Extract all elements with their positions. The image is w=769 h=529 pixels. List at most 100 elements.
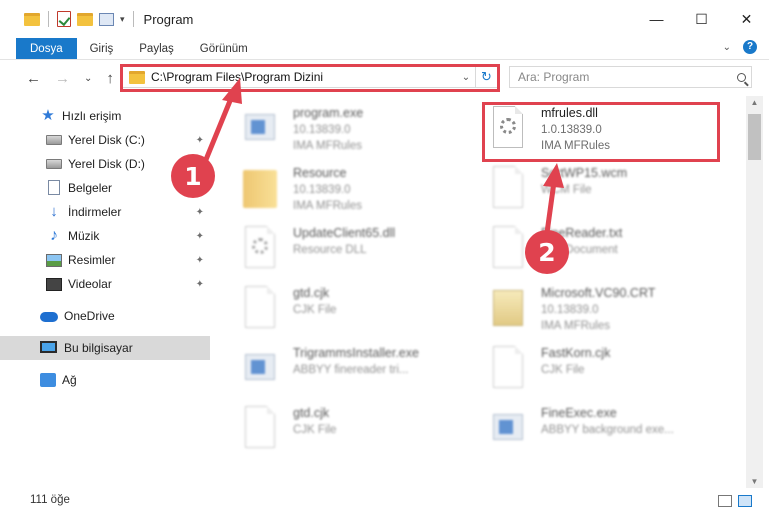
sidebar-item-label: Hızlı erişim xyxy=(62,109,122,123)
status-bar: 111 öğe xyxy=(0,488,769,529)
file-item[interactable]: Resource 10.13839.0 IMA MFRules xyxy=(237,162,487,218)
app-icon xyxy=(237,344,283,396)
new-folder-icon[interactable] xyxy=(77,12,93,26)
maximize-button[interactable]: ☐ xyxy=(679,0,724,38)
file-item[interactable]: gtd.cjk CJK File xyxy=(237,282,487,338)
tab-file[interactable]: Dosya xyxy=(16,38,77,59)
details-view-icon[interactable] xyxy=(718,495,732,507)
scroll-up-icon[interactable]: ▲ xyxy=(746,98,763,107)
file-list: program.exe 10.13839.0 IMA MFRules mfrul… xyxy=(213,96,746,488)
pin-icon[interactable]: ✦ xyxy=(196,207,204,218)
address-dropdown-chevron-icon[interactable]: ⌄ xyxy=(457,72,475,83)
star-icon: ★ xyxy=(41,107,55,124)
file-detail: 10.13839.0 xyxy=(541,304,599,316)
refresh-icon[interactable]: ↻ xyxy=(475,67,497,87)
tab-share[interactable]: Paylaş xyxy=(126,38,187,59)
help-icon[interactable]: ? xyxy=(743,40,757,54)
pin-icon[interactable]: ✦ xyxy=(196,135,204,146)
sidebar-item-this-pc[interactable]: Bu bilgisayar xyxy=(0,336,210,360)
up-arrow-icon[interactable]: ↑ xyxy=(106,70,114,87)
sidebar-item-onedrive[interactable]: OneDrive xyxy=(0,304,210,328)
document-icon xyxy=(48,180,60,195)
pin-icon[interactable]: ✦ xyxy=(196,231,204,242)
view-options-icon[interactable] xyxy=(99,12,114,26)
search-box[interactable]: Ara: Program xyxy=(509,66,752,88)
file-item[interactable]: program.exe 10.13839.0 IMA MFRules xyxy=(237,102,487,158)
title-bar: ▾ Program — ☐ ✕ xyxy=(0,0,769,38)
file-item[interactable]: UpdateClient65.dll Resource DLL xyxy=(237,222,487,278)
step-badge-1: 1 xyxy=(171,154,215,198)
nav-buttons: ← → ⌄ ↑ xyxy=(0,70,114,87)
sidebar-item-label: Belgeler xyxy=(68,181,113,195)
sidebar-item-disk-c[interactable]: Yerel Disk (C:) ✦ xyxy=(0,128,210,152)
pin-icon[interactable]: ✦ xyxy=(196,255,204,266)
search-icon[interactable] xyxy=(731,72,751,82)
tab-view[interactable]: Görünüm xyxy=(187,38,261,59)
pictures-icon xyxy=(46,254,62,267)
customize-toolbar-chevron-icon[interactable]: ▾ xyxy=(120,14,125,25)
file-item[interactable]: gtd.cjk CJK File xyxy=(237,402,487,458)
file-detail: ABBYY background exe... xyxy=(541,424,674,436)
drive-icon xyxy=(46,159,62,169)
scroll-down-icon[interactable]: ▼ xyxy=(746,477,763,486)
file-name: UpdateClient65.dll xyxy=(293,226,396,240)
close-button[interactable]: ✕ xyxy=(724,0,769,38)
scrollbar-thumb[interactable] xyxy=(748,114,761,160)
properties-checklist-icon[interactable] xyxy=(57,11,71,27)
sidebar-item-music[interactable]: ♪ Müzik ✦ xyxy=(0,224,210,248)
sidebar-item-label: Ağ xyxy=(62,373,77,387)
file-detail: IMA MFRules xyxy=(541,140,611,152)
sidebar-item-label: Bu bilgisayar xyxy=(64,341,133,355)
file-detail: CJK File xyxy=(293,424,337,436)
file-detail: Resource DLL xyxy=(293,244,367,256)
file-detail: IMA MFRules xyxy=(293,140,363,152)
folder-icon xyxy=(24,12,40,26)
step-badge-2: 2 xyxy=(525,230,569,274)
sidebar-item-label: Yerel Disk (C:) xyxy=(68,133,145,147)
sidebar-item-videos[interactable]: Videolar ✦ xyxy=(0,272,210,296)
file-detail: IMA MFRules xyxy=(293,200,363,212)
back-arrow-icon[interactable]: ← xyxy=(26,70,41,87)
expand-ribbon-chevron-icon[interactable]: ⌄ xyxy=(723,42,731,53)
file-item[interactable]: FastKorn.cjk CJK File xyxy=(485,342,735,398)
app-icon xyxy=(485,404,531,456)
folder-icon xyxy=(237,164,283,216)
network-icon xyxy=(40,373,56,387)
sidebar-item-label: İndirmeler xyxy=(68,205,122,219)
tab-home[interactable]: Giriş xyxy=(77,38,127,59)
ribbon-right-controls: ⌄ ? xyxy=(723,40,757,54)
window-title: Program xyxy=(143,11,194,27)
file-item-mfrules[interactable]: mfrules.dll 1.0.13839.0 IMA MFRules xyxy=(485,102,735,158)
sidebar-item-pictures[interactable]: Resimler ✦ xyxy=(0,248,210,272)
file-detail: CJK File xyxy=(293,304,337,316)
sidebar-item-label: Videolar xyxy=(68,277,112,291)
sidebar-item-downloads[interactable]: ↓ İndirmeler ✦ xyxy=(0,200,210,224)
recent-locations-chevron-icon[interactable]: ⌄ xyxy=(84,73,92,84)
file-detail: CJK File xyxy=(541,364,585,376)
pin-icon[interactable]: ✦ xyxy=(196,279,204,290)
file-detail: WCM File xyxy=(541,184,592,196)
settings-file-icon xyxy=(485,104,531,156)
forward-arrow-icon[interactable]: → xyxy=(55,70,70,87)
file-detail: 10.13839.0 xyxy=(293,124,351,136)
sidebar-item-quick-access[interactable]: ★ Hızlı erişim xyxy=(0,104,210,128)
file-icon xyxy=(485,344,531,396)
sidebar-item-network[interactable]: Ağ xyxy=(0,368,210,392)
file-item[interactable]: FineExec.exe ABBYY background exe... xyxy=(485,402,735,458)
file-name: gtd.cjk xyxy=(293,406,330,420)
file-item[interactable]: TrigrammsInstaller.exe ABBYY finereader … xyxy=(237,342,487,398)
vertical-scrollbar[interactable]: ▲ ▼ xyxy=(746,96,763,488)
address-path[interactable]: C:\Program Files\Program Dizini xyxy=(151,70,457,84)
file-item[interactable]: Microsoft.VC90.CRT 10.13839.0 IMA MFRule… xyxy=(485,282,735,338)
file-item[interactable]: FineReader.txt Text Document xyxy=(485,222,735,278)
file-detail: 10.13839.0 xyxy=(293,184,351,196)
address-bar[interactable]: C:\Program Files\Program Dizini ⌄ ↻ xyxy=(122,66,498,88)
search-input[interactable]: Ara: Program xyxy=(518,70,731,84)
file-name: SortWP15.wcm xyxy=(541,166,628,180)
minimize-button[interactable]: — xyxy=(634,0,679,38)
file-detail: ABBYY finereader tri... xyxy=(293,364,409,376)
file-item[interactable]: SortWP15.wcm WCM File xyxy=(485,162,735,218)
large-icons-view-icon[interactable] xyxy=(738,495,752,507)
file-name: gtd.cjk xyxy=(293,286,330,300)
package-icon xyxy=(485,284,531,336)
